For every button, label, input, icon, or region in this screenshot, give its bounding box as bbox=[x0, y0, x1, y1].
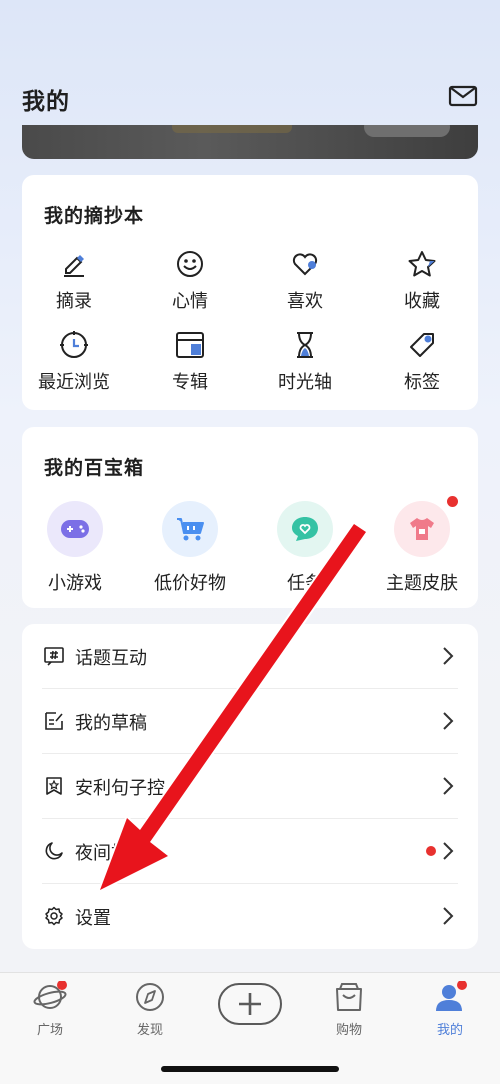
chevron-right-icon bbox=[443, 712, 454, 730]
toolbox-card: 我的百宝箱 小游戏 低价好物 任务 主题皮肤 bbox=[22, 427, 478, 608]
cart-icon bbox=[177, 518, 204, 541]
notification-badge bbox=[447, 496, 458, 507]
promo-banner[interactable] bbox=[22, 125, 478, 159]
toolbox-item-label: 任务 bbox=[287, 573, 323, 594]
tab-mine[interactable]: 我的 bbox=[410, 980, 490, 1038]
menu-item-label: 话题互动 bbox=[75, 648, 147, 669]
planet-icon bbox=[33, 980, 67, 1009]
toolbox-item-label: 主题皮肤 bbox=[386, 573, 458, 594]
menu-item-label: 我的草稿 bbox=[75, 713, 147, 734]
toolbox-icon-circle bbox=[277, 501, 333, 557]
smiley-icon bbox=[177, 251, 203, 277]
notebook-item-tag[interactable]: 标签 bbox=[372, 330, 472, 394]
chat-heart-icon bbox=[292, 517, 318, 541]
menu-item-label: 设置 bbox=[75, 908, 111, 929]
notebook-item-label: 时光轴 bbox=[278, 372, 332, 393]
tag-icon bbox=[410, 333, 434, 357]
home-indicator bbox=[161, 1066, 339, 1072]
pencil-icon bbox=[64, 255, 84, 277]
toolbox-item-games[interactable]: 小游戏 bbox=[20, 501, 130, 595]
notebook-item-label: 专辑 bbox=[172, 372, 208, 393]
heart-icon bbox=[292, 253, 318, 276]
notebook-item-label: 最近浏览 bbox=[38, 372, 110, 393]
tab-label: 购物 bbox=[335, 1023, 362, 1038]
menu-item-label: 夜间模式 bbox=[75, 843, 147, 864]
toolbox-title: 我的百宝箱 bbox=[44, 457, 145, 479]
bookmark-star-icon bbox=[46, 777, 62, 795]
moon-icon bbox=[45, 842, 63, 860]
notebook-item-label: 收藏 bbox=[404, 291, 440, 312]
notebook-item-label: 标签 bbox=[404, 372, 440, 393]
mail-icon[interactable] bbox=[448, 84, 478, 108]
clock-icon bbox=[60, 331, 88, 358]
chevron-right-icon bbox=[443, 647, 454, 665]
menu-item-night-mode[interactable]: 夜间模式 bbox=[22, 819, 478, 884]
hourglass-icon bbox=[297, 332, 313, 358]
banner-button bbox=[364, 125, 450, 137]
tab-square[interactable]: 广场 bbox=[10, 980, 90, 1038]
tab-label: 我的 bbox=[436, 1023, 463, 1038]
notebook-item-label: 摘录 bbox=[56, 291, 92, 312]
draft-icon bbox=[45, 712, 63, 730]
page-title: 我的 bbox=[22, 89, 70, 115]
chevron-right-icon bbox=[443, 842, 454, 860]
star-icon bbox=[408, 251, 436, 277]
create-post-button[interactable] bbox=[218, 983, 282, 1025]
menu-card: 话题互动 我的草稿 安利句子控 夜间模式 设置 bbox=[22, 624, 478, 949]
tab-label: 发现 bbox=[136, 1023, 163, 1038]
user-icon bbox=[436, 980, 467, 1011]
compass-icon bbox=[136, 983, 164, 1011]
hash-icon bbox=[44, 647, 64, 666]
toolbox-icon-circle bbox=[162, 501, 218, 557]
toolbox-item-tasks[interactable]: 任务 bbox=[250, 501, 360, 595]
toolbox-item-themes[interactable]: 主题皮肤 bbox=[367, 496, 477, 595]
tshirt-icon bbox=[410, 518, 434, 540]
notification-badge bbox=[426, 846, 436, 856]
tab-label: 广场 bbox=[36, 1023, 63, 1038]
chevron-right-icon bbox=[443, 907, 454, 925]
toolbox-item-label: 小游戏 bbox=[48, 573, 102, 594]
notebook-item-label: 心情 bbox=[172, 291, 208, 312]
tab-discover[interactable]: 发现 bbox=[110, 981, 190, 1038]
menu-item-recommend[interactable]: 安利句子控 bbox=[22, 754, 478, 819]
chevron-right-icon bbox=[443, 777, 454, 795]
notebook-title: 我的摘抄本 bbox=[44, 205, 145, 227]
notebook-item-excerpt[interactable]: 摘录 bbox=[24, 249, 124, 313]
menu-item-drafts[interactable]: 我的草稿 bbox=[22, 689, 478, 754]
menu-item-label: 安利句子控 bbox=[75, 778, 165, 799]
toolbox-item-label: 低价好物 bbox=[154, 573, 226, 594]
shopping-bag-icon bbox=[336, 983, 362, 1011]
notebook-item-recent[interactable]: 最近浏览 bbox=[24, 330, 124, 394]
banner-glow bbox=[172, 125, 292, 133]
menu-item-topics[interactable]: 话题互动 bbox=[22, 624, 478, 689]
gear-icon bbox=[45, 906, 63, 926]
notebook-item-like[interactable]: 喜欢 bbox=[255, 249, 355, 313]
notebook-item-favorite[interactable]: 收藏 bbox=[372, 249, 472, 313]
album-box-icon bbox=[176, 332, 204, 358]
notebook-card: 我的摘抄本 摘录 心情 喜欢 收藏 最近浏览 专辑 时光轴 标签 bbox=[22, 175, 478, 410]
tab-shopping[interactable]: 购物 bbox=[309, 981, 389, 1038]
toolbox-icon-circle bbox=[394, 496, 458, 557]
notebook-item-album[interactable]: 专辑 bbox=[140, 330, 240, 394]
menu-item-settings[interactable]: 设置 bbox=[22, 884, 478, 949]
notebook-item-label: 喜欢 bbox=[287, 291, 323, 312]
toolbox-item-deals[interactable]: 低价好物 bbox=[135, 501, 245, 595]
plus-icon bbox=[239, 993, 261, 1015]
toolbox-icon-circle bbox=[47, 501, 103, 557]
notebook-item-mood[interactable]: 心情 bbox=[140, 249, 240, 313]
notebook-item-timeline[interactable]: 时光轴 bbox=[255, 330, 355, 394]
gamepad-icon bbox=[61, 520, 89, 538]
